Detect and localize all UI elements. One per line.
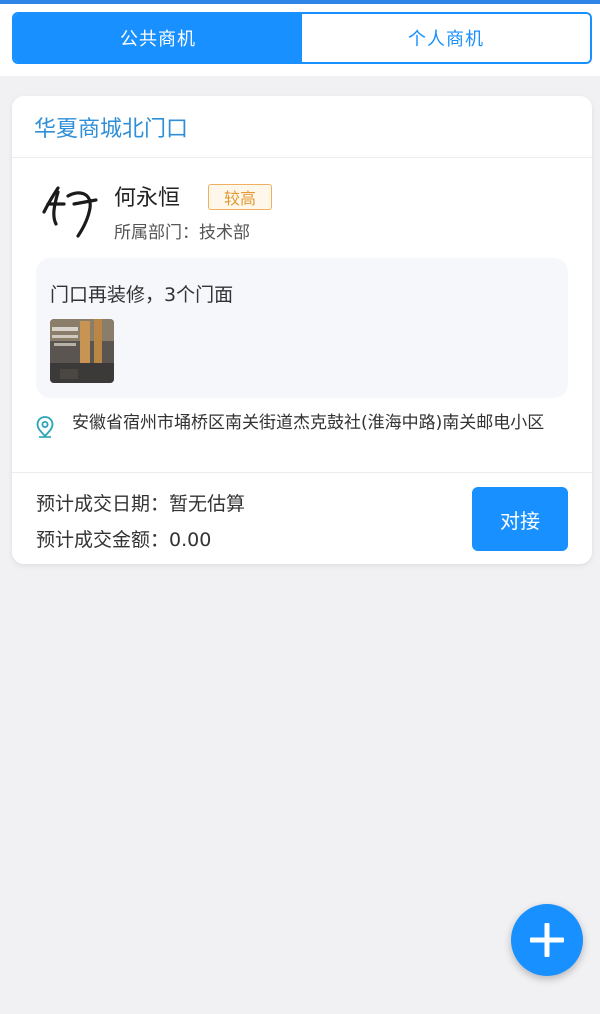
note-photo-thumbnail[interactable] [50, 319, 114, 383]
tab-public-opportunities[interactable]: 公共商机 [14, 14, 302, 62]
opportunity-card[interactable]: 华夏商城北门口 何永恒 较高 所属部门：技术部 门口再装修，3个门面 安徽省宿州… [12, 96, 592, 564]
plus-icon [530, 923, 564, 957]
card-footer: 预计成交日期：暂无估算 预计成交金额：0.00 对接 [12, 472, 592, 565]
owner-name: 何永恒 [114, 186, 181, 211]
tab-personal-opportunities[interactable]: 个人商机 [302, 14, 590, 62]
owner-department: 所属部门：技术部 [114, 223, 250, 243]
location-pin-icon [36, 416, 54, 438]
note-text: 门口再装修，3个门面 [50, 284, 234, 306]
avatar [34, 174, 106, 238]
segmented-tabs: 公共商机 个人商机 [12, 12, 592, 64]
note-box: 门口再装修，3个门面 [36, 258, 568, 398]
expected-close-date: 预计成交日期：暂无估算 [36, 493, 246, 515]
opportunity-title: 华夏商城北门口 [12, 96, 592, 158]
connect-button[interactable]: 对接 [472, 487, 568, 551]
add-opportunity-button[interactable] [511, 904, 583, 976]
expected-amount: 预计成交金额：0.00 [36, 529, 212, 551]
tab-bar: 公共商机 个人商机 [0, 4, 600, 76]
priority-badge: 较高 [208, 184, 272, 210]
address-text: 安徽省宿州市埇桥区南关街道杰克鼓社(淮海中路)南关邮电小区 [72, 413, 545, 433]
